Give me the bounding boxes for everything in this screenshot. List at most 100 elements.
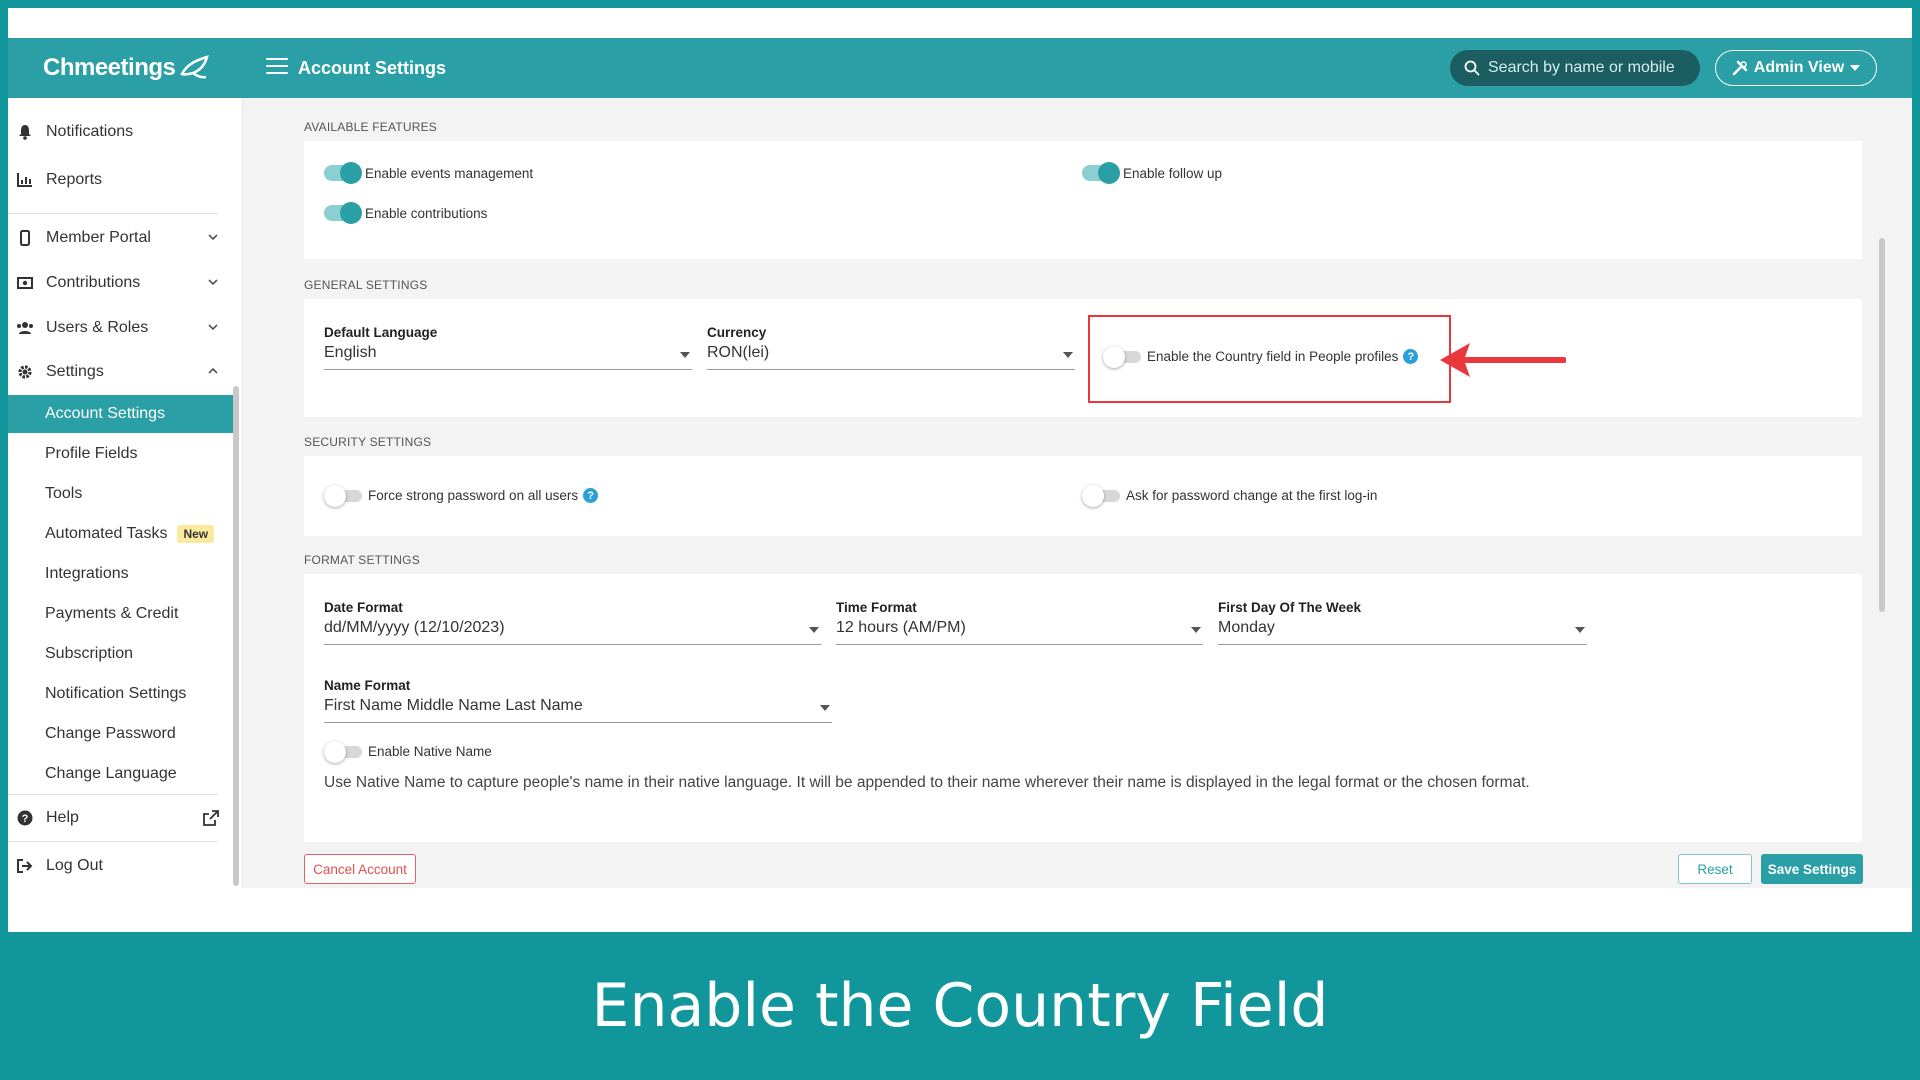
sidebar-item-label: Notification Settings [45,685,187,702]
name-format-select[interactable]: First Name Middle Name Last Name [324,697,832,723]
save-settings-button[interactable]: Save Settings [1761,854,1863,884]
sidebar-item-label: Account Settings [45,405,166,422]
native-name-description: Use Native Name to capture people's name… [324,774,1530,791]
red-arrow-icon [1440,343,1566,377]
sidebar-item-label: Users & Roles [46,319,149,336]
password-change-toggle[interactable]: Ask for password change at the first log… [1082,484,1378,507]
sidebar-item-notifications[interactable]: Notifications [8,112,233,152]
time-format-select[interactable]: 12 hours (AM/PM) [836,619,1203,645]
sidebar-item-users-roles[interactable]: Users & Roles [8,308,233,348]
toggle-label: Ask for password change at the first log… [1126,488,1378,503]
toggle-label: Enable contributions [365,205,488,221]
sidebar-item-label: Change Password [45,725,176,742]
search-input[interactable] [1488,59,1688,77]
admin-view-button[interactable]: Admin View [1715,50,1877,86]
bell-icon [16,123,34,141]
first-day-select[interactable]: Monday [1218,619,1587,645]
general-settings-card: Default Language English Currency RON(le… [304,299,1862,417]
main-scrollbar[interactable] [1879,238,1885,612]
video-caption: Enable the Country Field [591,971,1329,1041]
sidebar-scrollbar[interactable] [233,386,239,886]
sidebar-item-profile-fields[interactable]: Profile Fields [8,435,233,473]
sidebar-item-subscription[interactable]: Subscription [8,635,233,673]
toggle-switch[interactable] [324,202,362,224]
sidebar-item-help[interactable]: ? Help [8,798,233,838]
first-day-field: First Day Of The Week Monday [1218,600,1587,645]
sidebar-item-contributions[interactable]: Contributions [8,263,233,303]
sidebar-item-change-language[interactable]: Change Language [8,755,233,793]
currency-field: Currency RON(lei) [707,325,1075,370]
default-language-select[interactable]: English [324,344,692,370]
field-label: Time Format [836,600,917,615]
sidebar-item-label: Automated Tasks [45,525,168,542]
sidebar-item-label: Reports [46,171,103,188]
sidebar-divider [8,794,218,795]
field-label: Name Format [324,678,411,693]
chart-icon [16,171,34,189]
name-format-field: Name Format First Name Middle Name Last … [324,678,832,723]
native-name-toggle[interactable]: Enable Native Name [324,740,492,763]
field-label: Date Format [324,600,403,615]
sidebar-item-account-settings[interactable]: Account Settings [8,395,233,433]
available-features-card: Enable events management Enable contribu… [304,141,1862,259]
toggle-label: Force strong password on all users [368,488,579,503]
security-settings-card: Force strong password on all users ? Ask… [304,456,1862,536]
toggle-label: Enable events management [365,165,534,181]
section-title-security-settings: SECURITY SETTINGS [304,435,432,449]
sidebar-item-integrations[interactable]: Integrations [8,555,233,593]
toggle-switch[interactable] [324,484,362,507]
sidebar: Notifications Reports Member Portal Cont… [8,98,243,888]
toggle-switch[interactable] [324,740,362,763]
reset-button[interactable]: Reset [1678,854,1752,884]
toggle-label: Enable follow up [1123,165,1223,181]
section-title-general-settings: GENERAL SETTINGS [304,278,428,292]
sidebar-item-label: Notifications [46,123,134,140]
sidebar-item-label: Subscription [45,645,134,662]
chevron-down-icon [208,279,218,286]
sidebar-item-automated-tasks[interactable]: Automated Tasks New [8,515,233,553]
money-icon [16,274,34,292]
users-icon [16,319,34,337]
logo[interactable]: Chmeetings [43,38,211,98]
sidebar-divider [8,213,218,214]
help-icon[interactable]: ? [583,488,599,503]
search-box[interactable] [1450,50,1700,86]
sidebar-item-reports[interactable]: Reports [8,160,233,200]
sidebar-item-label: Log Out [46,857,103,874]
sidebar-item-payments-credit[interactable]: Payments & Credit [8,595,233,633]
date-format-field: Date Format dd/MM/yyyy (12/10/2023) [324,600,821,645]
strong-password-toggle[interactable]: Force strong password on all users ? [324,484,599,507]
date-format-select[interactable]: dd/MM/yyyy (12/10/2023) [324,619,821,645]
sidebar-item-label: Contributions [46,274,141,291]
external-link-icon [203,810,219,826]
currency-select[interactable]: RON(lei) [707,344,1075,370]
sidebar-item-member-portal[interactable]: Member Portal [8,218,233,258]
field-label: Currency [707,325,767,340]
cancel-account-button[interactable]: Cancel Account [304,854,416,884]
toggle-label: Enable Native Name [368,744,492,759]
toggle-switch[interactable] [1082,484,1120,507]
sidebar-item-label: Settings [46,363,104,380]
field-label: First Day Of The Week [1218,600,1362,615]
sidebar-item-change-password[interactable]: Change Password [8,715,233,753]
events-management-toggle[interactable]: Enable events management [324,162,534,184]
main-content: AVAILABLE FEATURES Enable events managem… [243,98,1912,888]
sidebar-item-settings[interactable]: Settings [8,352,233,392]
sidebar-item-tools[interactable]: Tools [8,475,233,513]
chevron-up-icon [208,367,218,374]
field-label: Default Language [324,325,438,340]
section-title-available-features: AVAILABLE FEATURES [304,120,437,134]
toggle-switch[interactable] [324,162,362,184]
time-format-field: Time Format 12 hours (AM/PM) [836,600,1203,645]
logo-text: Chmeetings [43,54,176,81]
sidebar-item-label: Tools [45,485,83,502]
sidebar-item-logout[interactable]: Log Out [8,846,233,886]
new-badge: New [177,525,215,543]
sidebar-item-notification-settings[interactable]: Notification Settings [8,675,233,713]
toggle-switch[interactable] [1082,162,1120,184]
hamburger-menu-icon[interactable] [266,58,288,78]
follow-up-toggle[interactable]: Enable follow up [1082,162,1223,184]
sidebar-item-label: Change Language [45,765,177,782]
default-language-field: Default Language English [324,325,692,370]
contributions-toggle[interactable]: Enable contributions [324,202,488,224]
